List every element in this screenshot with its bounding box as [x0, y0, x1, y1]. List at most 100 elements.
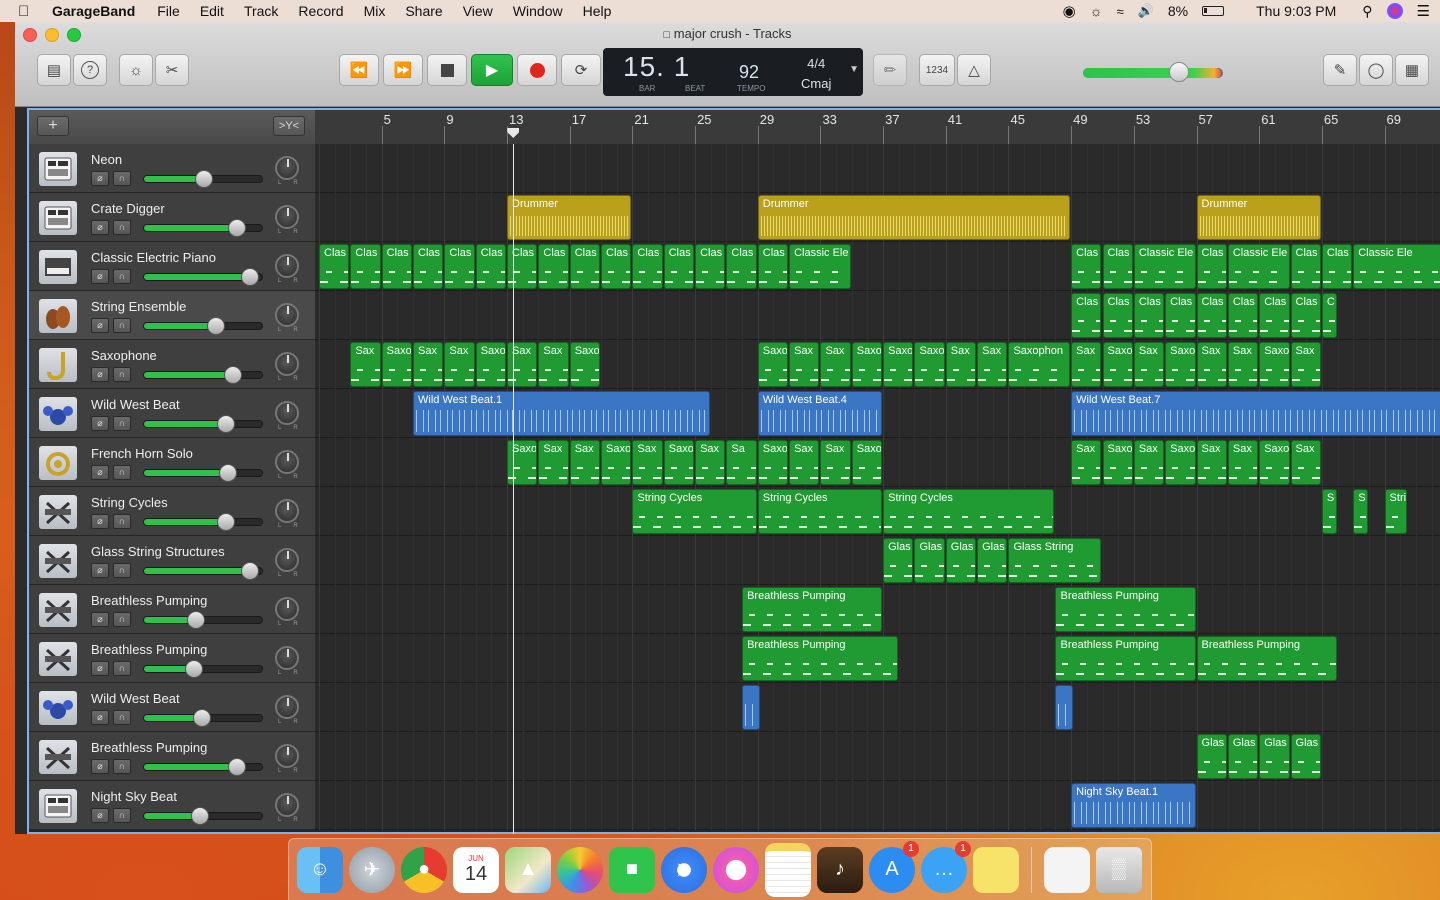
track-volume-knob[interactable]	[187, 611, 205, 629]
track-name[interactable]: String Cycles	[91, 495, 168, 510]
mute-button[interactable]: ⌀	[91, 661, 109, 676]
keyboard-stand-icon[interactable]	[39, 544, 77, 578]
region[interactable]: Clas	[475, 244, 507, 289]
region[interactable]: Clas	[569, 244, 601, 289]
menubar-clock[interactable]: Thu 9:03 PM	[1256, 3, 1336, 19]
region[interactable]: Saxo	[757, 342, 789, 387]
region[interactable]: Saxo	[507, 440, 538, 485]
region[interactable]: S	[1321, 489, 1337, 534]
track-volume-knob[interactable]	[217, 513, 235, 531]
photos-icon[interactable]	[557, 846, 603, 893]
loop-browser-button[interactable]: ◯	[1359, 54, 1393, 86]
notification-center-icon[interactable]: ☰	[1417, 2, 1430, 20]
track-header[interactable]: String Cycles ⌀ ∩ LR	[29, 487, 315, 536]
region[interactable]: Breathless Pumping	[1055, 636, 1196, 681]
region[interactable]: Saxo	[1102, 440, 1133, 485]
region[interactable]: Clas	[319, 244, 350, 289]
messages-icon[interactable]: … 1	[921, 840, 971, 893]
playhead-handle[interactable]	[507, 128, 520, 138]
track-volume-slider[interactable]	[143, 611, 263, 629]
region[interactable]: Glas	[1196, 734, 1227, 779]
region[interactable]: Clas	[1259, 293, 1290, 338]
maps-icon[interactable]: ▲	[505, 846, 551, 893]
menu-track[interactable]: Track	[244, 3, 278, 19]
pan-knob[interactable]	[275, 352, 299, 376]
headphones-button[interactable]: ∩	[113, 514, 131, 529]
region[interactable]: Clas	[1227, 293, 1259, 338]
region[interactable]: Clas	[1102, 244, 1133, 289]
library-button[interactable]: ▤	[37, 54, 71, 86]
track-header[interactable]: Classic Electric Piano ⌀ ∩ LR	[29, 242, 315, 291]
region[interactable]: Saxo	[1102, 342, 1133, 387]
metronome-button[interactable]: △	[957, 54, 991, 86]
mute-button[interactable]: ⌀	[91, 563, 109, 578]
region[interactable]: Clas	[1165, 293, 1196, 338]
accessibility-icon[interactable]: ☼	[1090, 3, 1103, 19]
region[interactable]: Sax	[632, 440, 663, 485]
pan-knob[interactable]	[275, 499, 299, 523]
region[interactable]: Clas	[757, 244, 789, 289]
region[interactable]: Night Sky Beat.1	[1071, 783, 1196, 828]
pan-knob[interactable]	[275, 401, 299, 425]
headphones-button[interactable]: ∩	[113, 269, 131, 284]
track-name[interactable]: Wild West Beat	[91, 691, 180, 706]
media-browser-button[interactable]: ▦	[1395, 54, 1429, 86]
region[interactable]: Saxo	[663, 440, 695, 485]
track-volume-slider[interactable]	[143, 268, 263, 286]
track-name[interactable]: Saxophone	[91, 348, 157, 363]
track-header[interactable]: Neon ⌀ ∩ LR	[29, 144, 315, 193]
region[interactable]: Saxo	[1165, 440, 1196, 485]
headphones-button[interactable]: ∩	[113, 367, 131, 382]
track-volume-slider[interactable]	[143, 807, 263, 825]
track-volume-knob[interactable]	[219, 464, 237, 482]
region[interactable]: Classic Ele	[1133, 244, 1196, 289]
track-volume-knob[interactable]	[241, 562, 259, 580]
mute-button[interactable]: ⌀	[91, 269, 109, 284]
region[interactable]: Saxo	[569, 342, 601, 387]
track-volume-knob[interactable]	[207, 317, 225, 335]
mute-button[interactable]: ⌀	[91, 808, 109, 823]
region[interactable]: Sax	[1227, 440, 1259, 485]
battery-icon[interactable]	[1202, 6, 1225, 16]
track-volume-knob[interactable]	[191, 807, 209, 825]
smart-controls-button[interactable]: ☼	[119, 54, 153, 86]
track-volume-slider[interactable]	[143, 709, 263, 727]
track-name[interactable]: Breathless Pumping	[91, 593, 207, 608]
pan-knob[interactable]	[275, 744, 299, 768]
region[interactable]: Glas	[883, 538, 914, 583]
finder-icon[interactable]: ☺	[297, 846, 343, 893]
apple-icon[interactable]: 	[18, 3, 34, 20]
count-in-button[interactable]: 1234	[919, 54, 955, 86]
region[interactable]: Breathless Pumping	[1196, 636, 1337, 681]
mute-button[interactable]: ⌀	[91, 171, 109, 186]
track-name[interactable]: Breathless Pumping	[91, 740, 207, 755]
track-name[interactable]: Breathless Pumping	[91, 642, 207, 657]
wifi-icon[interactable]: ≈	[1117, 4, 1124, 19]
region[interactable]: Sax	[695, 440, 726, 485]
menu-view[interactable]: View	[463, 3, 493, 19]
track-header[interactable]: Night Sky Beat ⌀ ∩ LR	[29, 781, 315, 830]
region[interactable]: Saxo	[851, 440, 883, 485]
region[interactable]: Saxophon	[1008, 342, 1071, 387]
track-volume-slider[interactable]	[143, 562, 263, 580]
garageband-icon[interactable]: ♪	[817, 846, 863, 893]
track-volume-slider[interactable]	[143, 219, 263, 237]
region[interactable]: Clas	[1196, 293, 1227, 338]
region[interactable]: Clas	[1071, 293, 1102, 338]
region[interactable]: Sax	[569, 440, 601, 485]
pan-knob[interactable]	[275, 205, 299, 229]
track-volume-knob[interactable]	[228, 758, 246, 776]
headphones-button[interactable]: ∩	[113, 318, 131, 333]
region[interactable]: Sax	[789, 440, 820, 485]
stop-button[interactable]	[427, 54, 467, 86]
pan-knob[interactable]	[275, 597, 299, 621]
drum-kit-icon[interactable]	[39, 397, 77, 431]
region[interactable]: Clas	[444, 244, 475, 289]
region[interactable]: Saxo	[1259, 440, 1290, 485]
track-name[interactable]: Glass String Structures	[91, 544, 225, 559]
region[interactable]: Clas	[1196, 244, 1227, 289]
track-lane[interactable]	[315, 536, 1440, 585]
launchpad-icon[interactable]: ✈	[349, 846, 395, 893]
region[interactable]: Sax	[1196, 342, 1227, 387]
region[interactable]: Classic Ele	[1353, 244, 1440, 289]
